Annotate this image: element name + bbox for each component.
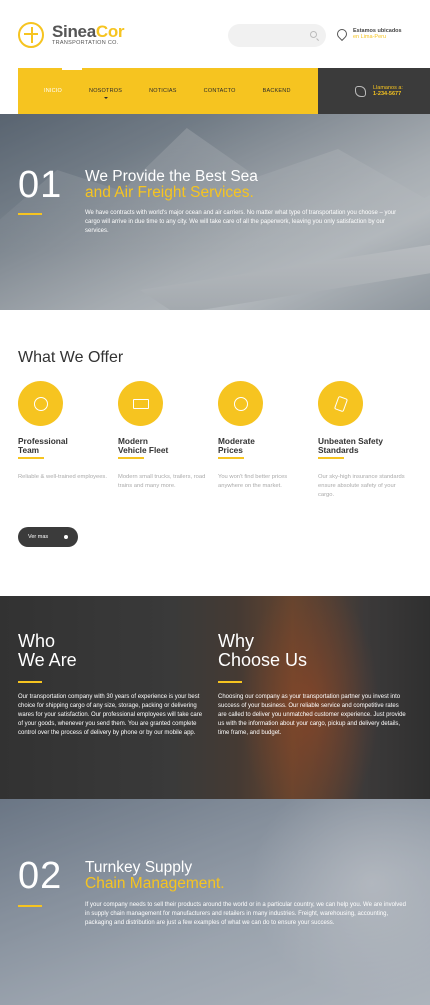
slide-number: 02 — [18, 855, 63, 897]
feature-description: Modern small trucks, trailers, road trai… — [118, 474, 206, 490]
who-text: Our transportation company with 30 years… — [18, 694, 203, 736]
feature-icon-circle — [118, 381, 163, 426]
main-nav: INICIO NOSOTROS NOTICIAS CONTACTO BACKEN… — [18, 68, 318, 114]
feature-safety-standards: Unbeaten Safety Standards Our sky-high in… — [318, 381, 408, 499]
feature-professional-team: Professional Team Reliable & well-trained… — [18, 381, 108, 482]
feature-title: Unbeaten Safety Standards — [318, 436, 384, 455]
dot-icon — [64, 535, 68, 539]
why-heading: Why Choose Us — [218, 631, 308, 670]
offer-title: What We Offer — [18, 349, 124, 366]
hero-title-white: We Provide the Best Sea — [85, 168, 258, 185]
site-header: SineaCor TRANSPORTATION CO. Estamos ubic… — [0, 0, 430, 68]
location-value: en Lima-Peru — [353, 34, 387, 41]
logo[interactable]: SineaCor TRANSPORTATION CO. — [18, 22, 125, 48]
feature-title: Modern Vehicle Fleet — [118, 436, 169, 455]
hero-text: We have contracts with world's major oce… — [85, 210, 397, 234]
search-icon[interactable] — [310, 31, 317, 38]
slide-number-underline — [18, 905, 42, 907]
nav-item-backend[interactable]: BACKEND — [263, 88, 291, 94]
hero-slide-1: 01 We Provide the Best Sea and Air Freig… — [0, 114, 430, 310]
hero2-text: If your company needs to sell their prod… — [85, 902, 406, 926]
who-why-section: Who We Are Our transportation company wit… — [0, 596, 430, 799]
chevron-down-icon — [103, 97, 108, 99]
call-number[interactable]: 1-234-5677 — [373, 91, 403, 97]
ver-mas-label: Ver mas — [28, 534, 49, 540]
hero-slide-2: 02 Turnkey Supply Chain Management. If y… — [0, 799, 430, 1005]
nav-active-indicator — [62, 68, 82, 70]
globe-logo-icon — [18, 22, 44, 48]
feature-icon-circle — [218, 381, 263, 426]
feature-icon-circle — [18, 381, 63, 426]
nav-item-nosotros[interactable]: NOSOTROS — [89, 88, 122, 99]
map-pin-icon — [337, 29, 346, 40]
brand-tagline: TRANSPORTATION CO. — [52, 40, 119, 47]
nav-item-noticias[interactable]: NOTICIAS — [149, 88, 177, 94]
truck-icon — [132, 398, 149, 409]
location-info: Estamos ubicados en Lima-Peru — [337, 28, 402, 40]
why-text: Choosing our company as your transportat… — [218, 694, 406, 736]
feature-title: Moderate Prices — [218, 436, 255, 455]
feature-icon-circle — [318, 381, 363, 426]
slide-number-underline — [18, 213, 42, 215]
support-icon — [33, 396, 48, 411]
hero2-title-yellow: Chain Management. — [85, 875, 225, 892]
feature-moderate-prices: Moderate Prices You won't find better pri… — [218, 381, 308, 491]
feature-title: Professional Team — [18, 436, 68, 455]
phone-icon — [355, 86, 366, 97]
feature-description: Reliable & well-trained employees. — [18, 474, 107, 481]
feature-description: You won't find better prices anywhere on… — [218, 474, 288, 490]
coins-icon — [233, 396, 248, 411]
hero2-title-white: Turnkey Supply — [85, 859, 193, 876]
ver-mas-button[interactable]: Ver mas — [18, 527, 78, 547]
feature-description: Our sky-high insurance standards ensure … — [318, 474, 405, 498]
search-input[interactable] — [228, 24, 326, 47]
who-heading: Who We Are — [18, 631, 77, 670]
call-box[interactable]: Llamanos a: 1-234-5677 — [318, 68, 430, 114]
nav-item-inicio[interactable]: INICIO — [44, 88, 62, 94]
tag-icon — [333, 395, 348, 412]
brand-name: SineaCor — [52, 22, 125, 42]
feature-vehicle-fleet: Modern Vehicle Fleet Modern small trucks,… — [118, 381, 208, 491]
slide-number: 01 — [18, 164, 63, 206]
nav-item-contacto[interactable]: CONTACTO — [204, 88, 236, 94]
hero-title-yellow: and Air Freight Services. — [85, 184, 254, 201]
